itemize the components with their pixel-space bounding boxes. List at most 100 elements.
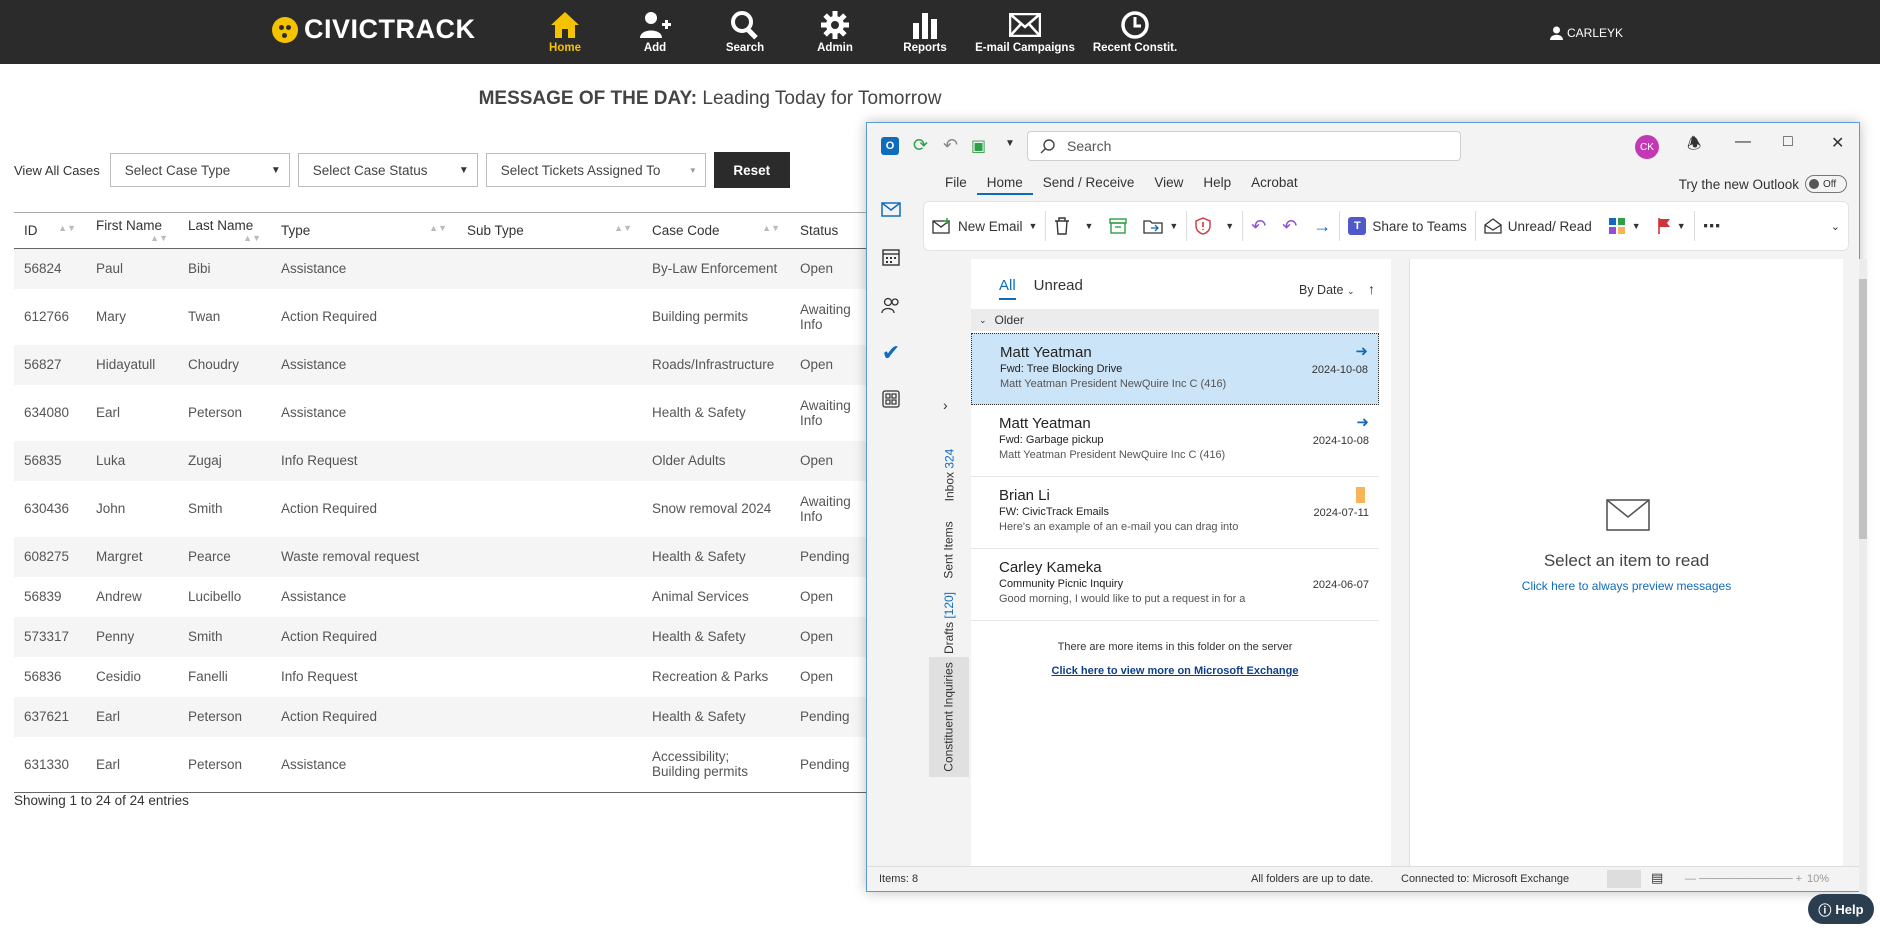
- col-header-id[interactable]: ID ▲▼: [14, 212, 86, 249]
- minimize-icon[interactable]: —: [1735, 133, 1751, 151]
- col-header-first-name[interactable]: First Name ▲▼: [86, 212, 178, 249]
- menu-help[interactable]: Help: [1193, 175, 1241, 195]
- undo-icon[interactable]: ↶: [943, 135, 958, 156]
- forward-button[interactable]: →: [1305, 202, 1339, 250]
- delete-button[interactable]: ▼: [1046, 202, 1101, 250]
- menu-view[interactable]: View: [1144, 175, 1193, 195]
- tab-unread[interactable]: Unread: [1034, 277, 1083, 300]
- table-row[interactable]: 630436 John Smith Action Required Snow remov…: [14, 481, 874, 537]
- nav-add[interactable]: Add: [610, 0, 700, 64]
- view-all-cases-link[interactable]: View All Cases: [14, 163, 100, 178]
- new-outlook-toggle[interactable]: Off: [1805, 175, 1847, 193]
- reply-all-button[interactable]: ↶: [1274, 202, 1305, 250]
- profile-avatar[interactable]: CK: [1635, 135, 1659, 159]
- nav-admin[interactable]: Admin: [790, 0, 880, 64]
- cell-first-name: Cesidio: [96, 669, 142, 684]
- close-icon[interactable]: ✕: [1831, 133, 1844, 153]
- message-sender: Carley Kameka: [999, 559, 1102, 576]
- table-row[interactable]: 631330 Earl Peterson Assistance Accessibilit…: [14, 736, 874, 793]
- folder-inbox[interactable]: Inbox 324: [929, 435, 969, 515]
- user-menu[interactable]: CARLEYK: [1550, 26, 1623, 40]
- tab-all[interactable]: All: [999, 277, 1016, 300]
- normal-view-icon[interactable]: [1607, 870, 1641, 888]
- page-scrollbar[interactable]: [1859, 259, 1867, 895]
- always-preview-link[interactable]: Click here to always preview messages: [1410, 579, 1843, 593]
- new-email-icon: [932, 218, 950, 234]
- more-options-button[interactable]: ⋯: [1695, 202, 1730, 250]
- col-header-type[interactable]: Type ▲▼: [271, 212, 457, 249]
- apps-grid-icon[interactable]: [879, 387, 903, 411]
- expand-folders-icon[interactable]: ›: [943, 397, 948, 413]
- civictrack-logo[interactable]: CIVICTRACK: [272, 14, 476, 45]
- reply-button[interactable]: ↶: [1243, 202, 1274, 250]
- nav-home[interactable]: Home: [520, 0, 610, 64]
- reading-view-icon[interactable]: ▤: [1651, 870, 1663, 886]
- menu-file[interactable]: File: [935, 175, 977, 195]
- sync-folder-icon[interactable]: ▣: [971, 136, 986, 156]
- zoom-level: 10%: [1807, 873, 1830, 885]
- ribbon-expand-button[interactable]: ⌄: [1823, 202, 1848, 250]
- folder-drafts[interactable]: Drafts [120]: [929, 585, 969, 661]
- message-item[interactable]: Carley Kameka Community Picnic Inquiry Goo…: [971, 549, 1379, 621]
- nav-recent-constit[interactable]: Recent Constit.: [1080, 0, 1190, 64]
- move-button[interactable]: ▼: [1135, 202, 1186, 250]
- table-row[interactable]: 56824 Paul Bibi Assistance By-Law Enforcemen…: [14, 248, 874, 289]
- table-row[interactable]: 612766 Mary Twan Action Required Building pe…: [14, 289, 874, 345]
- group-header-older[interactable]: ⌄ Older: [971, 309, 1379, 331]
- message-item[interactable]: Matt Yeatman Fwd: Tree Blocking Drive Matt…: [971, 333, 1379, 405]
- case-type-select[interactable]: Select Case Type ▼: [109, 153, 290, 187]
- col-header-sub-type[interactable]: Sub Type ▲▼: [457, 212, 642, 249]
- sort-direction-icon[interactable]: ↑: [1368, 281, 1375, 297]
- menu-send-receive[interactable]: Send / Receive: [1033, 175, 1145, 195]
- assigned-to-select[interactable]: Select Tickets Assigned To ▼: [485, 153, 706, 187]
- menu-acrobat[interactable]: Acrobat: [1241, 175, 1308, 195]
- message-item[interactable]: Matt Yeatman Fwd: Garbage pickup Matt Yeat…: [971, 405, 1379, 477]
- toggle-state: Off: [1823, 178, 1837, 190]
- table-row[interactable]: 637621 Earl Peterson Action Required Health …: [14, 696, 874, 737]
- table-row[interactable]: 573317 Penny Smith Action Required Health & …: [14, 616, 874, 657]
- col-header-case-code[interactable]: Case Code ▲▼: [642, 212, 790, 249]
- cell-first-name: Margret: [86, 536, 178, 577]
- follow-up-button[interactable]: ▼: [1649, 202, 1694, 250]
- unread-read-button[interactable]: Unread/ Read: [1476, 202, 1600, 250]
- calendar-icon[interactable]: [879, 245, 903, 269]
- view-more-exchange-link[interactable]: Click here to view more on Microsoft Exc…: [971, 665, 1379, 677]
- table-row[interactable]: 56827 Hidayatull Choudry Assistance Roads/In…: [14, 344, 874, 385]
- reset-button[interactable]: Reset: [713, 152, 790, 188]
- table-row[interactable]: 56839 Andrew Lucibello Assistance Animal Ser…: [14, 577, 874, 617]
- maximize-icon[interactable]: □: [1783, 133, 1793, 151]
- outlook-search-input[interactable]: Search: [1027, 131, 1461, 161]
- folder-sent-items[interactable]: Sent Items: [929, 515, 969, 585]
- people-icon[interactable]: [879, 293, 903, 317]
- menu-home[interactable]: Home: [976, 175, 1033, 195]
- report-button[interactable]: ▼: [1187, 202, 1242, 250]
- table-row[interactable]: 608275 Margret Pearce Waste removal request…: [14, 536, 874, 577]
- table-row[interactable]: 634080 Earl Peterson Assistance Health & Saf…: [14, 385, 874, 441]
- help-button[interactable]: ⓘ Help: [1808, 894, 1874, 924]
- cell-status: Pending: [790, 696, 874, 737]
- col-header-status[interactable]: Status: [790, 212, 874, 249]
- message-item[interactable]: Brian Li FW: CivicTrack Emails Here's an e…: [971, 477, 1379, 549]
- sort-by-date[interactable]: By Date ⌄ ↑: [1299, 281, 1375, 297]
- case-status-select[interactable]: Select Case Status ▼: [297, 153, 478, 187]
- mail-icon[interactable]: [879, 197, 903, 221]
- table-row[interactable]: 56835 Luka Zugaj Info Request Older Adults Op…: [14, 440, 874, 481]
- col-header-last-name[interactable]: Last Name ▲▼: [178, 212, 271, 249]
- categorize-button[interactable]: ▼: [1600, 202, 1649, 250]
- cell-last-name: Choudry: [178, 344, 271, 385]
- share-to-teams-button[interactable]: T Share to Teams: [1340, 202, 1474, 250]
- quick-access-dropdown-icon[interactable]: ▼: [1005, 138, 1015, 149]
- send-receive-icon[interactable]: ⟳: [913, 135, 928, 156]
- archive-button[interactable]: [1101, 202, 1135, 250]
- nav-email-campaigns[interactable]: E-mail Campaigns: [970, 0, 1080, 64]
- bell-icon[interactable]: 🕭: [1687, 133, 1701, 160]
- todo-check-icon[interactable]: ✔: [879, 340, 903, 365]
- folder-constituent-inquiries[interactable]: Constituent Inquiries: [929, 657, 969, 777]
- table-row[interactable]: 56836 Cesidio Fanelli Info Request Recreatio…: [14, 657, 874, 697]
- nav-search[interactable]: Search: [700, 0, 790, 64]
- zoom-slider[interactable]: — ──────────── +: [1685, 873, 1802, 885]
- nav-reports[interactable]: Reports: [880, 0, 970, 64]
- new-email-button[interactable]: New Email ▼: [924, 202, 1045, 250]
- cell-id: 637621: [14, 696, 86, 737]
- cell-last-name: Bibi: [178, 248, 271, 289]
